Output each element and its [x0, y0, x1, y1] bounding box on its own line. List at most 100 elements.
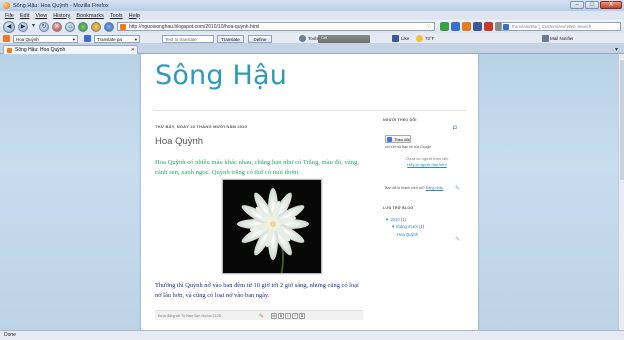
addon-green-icon[interactable] — [440, 22, 449, 31]
archive-post-link[interactable]: Hoa Quỳnh — [397, 232, 418, 237]
share-blogthis-button[interactable]: B — [278, 312, 284, 319]
white-flower-illustration — [223, 180, 321, 273]
menu-bookmarks[interactable]: Bookmarks — [76, 13, 104, 19]
window-controls: – □ X — [570, 1, 622, 9]
search-input[interactable]: TranslatorBar | Customized Web Search — [501, 22, 621, 31]
url-bar[interactable]: http://nguoisonghau.blogspot.com/2010/10… — [117, 22, 435, 31]
share-facebook-label: f — [294, 313, 296, 318]
stop-button[interactable]: ✕ — [52, 21, 62, 32]
search-engine-icon — [503, 24, 509, 30]
menu-edit[interactable]: Edit — [20, 13, 29, 19]
toolbar-logo-icon — [3, 34, 10, 42]
weather-text: Cell — [321, 35, 328, 40]
addon-toolbar: Hoa Quỳnh ▾ Translate pa ▾ Text to trans… — [0, 33, 624, 44]
addon-icon-1[interactable] — [78, 21, 88, 32]
expand-triangle-icon: ▼ — [385, 217, 390, 222]
blog-title[interactable]: Sông Hậu — [155, 60, 287, 91]
back-button[interactable]: ◀ — [3, 20, 15, 33]
archive-title: LƯU TRỮ BLOG — [383, 206, 414, 210]
addon-red-icon[interactable] — [484, 22, 493, 31]
site-favicon — [120, 23, 126, 30]
menu-history[interactable]: History — [53, 13, 70, 19]
toolbar-select-value: Hoa Quỳnh — [16, 36, 39, 42]
header-divider — [153, 110, 466, 111]
be-first-link[interactable]: Hãy là người đầu tiên! — [407, 162, 447, 167]
translate-select[interactable]: Translate pa ▾ — [94, 34, 140, 43]
followers-title: NGƯỜI THEO DÕI — [383, 118, 417, 122]
like-button[interactable]: Like — [401, 35, 409, 42]
sidebar: NGƯỜI THEO DÕI ◘ Theo dõi với Kết nối Bạ… — [383, 118, 468, 243]
google-connect-icon[interactable]: ◘ — [453, 125, 457, 131]
weather-sun-icon — [416, 35, 423, 42]
maximize-button[interactable]: □ — [585, 1, 599, 9]
post-author[interactable]: Được đăng bởi Tư Nam Sơn vào lúc 11:26 — [158, 314, 221, 318]
status-bar: Done — [0, 330, 624, 340]
forward-button[interactable]: ▶ — [18, 21, 28, 32]
weather-widget[interactable]: Cell — [318, 34, 370, 43]
post-paragraph-2: Thường thì Quỳnh nở vào ban đêm từ 10 gi… — [155, 282, 359, 299]
tools-menu[interactable]: Tools — [308, 35, 319, 42]
sign-in-link[interactable]: Đăng nhập — [426, 186, 444, 190]
addon-icon-2[interactable] — [91, 21, 101, 32]
nav-addon-group — [440, 22, 504, 31]
tab-bar: Sông Hậu: Hoa Quỳnh ✕ ▾ — [0, 44, 624, 54]
date-header: THỨ BẢY, NGÀY 23 THÁNG MƯỜI NĂM 2010 — [155, 124, 248, 129]
menu-file[interactable]: File — [5, 13, 14, 19]
archive-year-count: (1) — [400, 217, 406, 222]
reload-button[interactable]: ↻ — [39, 21, 49, 32]
menu-tools[interactable]: Tools — [110, 13, 123, 19]
history-dropdown-icon[interactable]: ▾ — [31, 22, 36, 32]
share-buzz-label: B — [300, 313, 304, 318]
tab-active[interactable]: Sông Hậu: Hoa Quỳnh ✕ — [3, 45, 138, 54]
toolbar-select[interactable]: Hoa Quỳnh ▾ — [13, 34, 78, 43]
archive-year[interactable]: ▼ 2010 (1) — [385, 217, 406, 222]
tab-close-icon[interactable]: ✕ — [131, 47, 135, 53]
minimize-button[interactable]: – — [570, 1, 584, 9]
menu-help[interactable]: Help — [129, 13, 140, 19]
facebook-icon — [392, 35, 399, 42]
window-titlebar: Sông Hậu: Hoa Quỳnh - Mozilla Firefox – … — [0, 0, 624, 11]
share-buzz-button[interactable]: B — [299, 312, 305, 319]
edit-pencil-icon[interactable]: ✎ — [259, 313, 264, 320]
search-placeholder: TranslatorBar | Customized Web Search — [511, 24, 592, 29]
share-facebook-button[interactable]: f — [292, 312, 298, 319]
scrollbar-thumb[interactable] — [620, 60, 624, 180]
menu-view[interactable]: View — [35, 13, 47, 19]
home-button[interactable]: ⌂ — [65, 21, 75, 32]
addon-blue-icon[interactable] — [451, 22, 460, 31]
tab-favicon — [7, 47, 12, 53]
follow-button[interactable]: Theo dõi — [385, 135, 411, 143]
mail-notifier[interactable]: Mail Notifier — [550, 35, 574, 42]
archive-year-label: 2010 — [390, 217, 400, 222]
flower-image[interactable] — [222, 179, 322, 274]
share-twitter-label: t — [287, 313, 289, 318]
edit-wrench-icon[interactable]: ✎ — [455, 236, 460, 243]
post-title[interactable]: Hoa Quỳnh — [155, 136, 203, 147]
blog-container: Sông Hậu THỨ BẢY, NGÀY 23 THÁNG MƯỜI NĂM… — [141, 54, 478, 330]
bookmark-star-icon[interactable]: ☆ — [427, 23, 432, 30]
translate-button[interactable]: Translate — [217, 34, 244, 43]
addon-orange-icon[interactable] — [462, 22, 471, 31]
addon-bird-icon[interactable] — [473, 22, 482, 31]
window-title: Sông Hậu: Hoa Quỳnh - Mozilla Firefox — [13, 2, 109, 9]
share-twitter-button[interactable]: t — [285, 312, 291, 319]
define-button[interactable]: Define — [248, 34, 272, 43]
mail-icon — [542, 35, 549, 42]
expand-triangle-icon: ▼ — [391, 224, 396, 229]
share-email-button[interactable]: M — [271, 312, 277, 319]
close-button[interactable]: X — [600, 1, 622, 9]
firefox-icon — [3, 2, 10, 9]
url-text: http://nguoisonghau.blogspot.com/2010/10… — [129, 23, 260, 30]
chevron-down-icon: ▾ — [134, 36, 137, 42]
member-text: Bạn đã là thành viên rồi? — [385, 186, 425, 190]
temperature-label[interactable]: 72°F — [425, 35, 435, 42]
vertical-scrollbar[interactable] — [618, 54, 624, 330]
addon-icon-3[interactable] — [104, 21, 114, 32]
archive-month[interactable]: ▼ tháng mười (1) — [391, 224, 424, 229]
translate-text-input[interactable]: Text to translate — [162, 34, 214, 43]
chevron-down-icon: ▾ — [72, 36, 75, 42]
tab-list-icon[interactable]: ▾ — [615, 46, 618, 53]
translate-icon — [84, 35, 91, 42]
archive-month-count: (1) — [419, 224, 425, 229]
edit-wrench-icon[interactable]: ✎ — [455, 185, 460, 192]
